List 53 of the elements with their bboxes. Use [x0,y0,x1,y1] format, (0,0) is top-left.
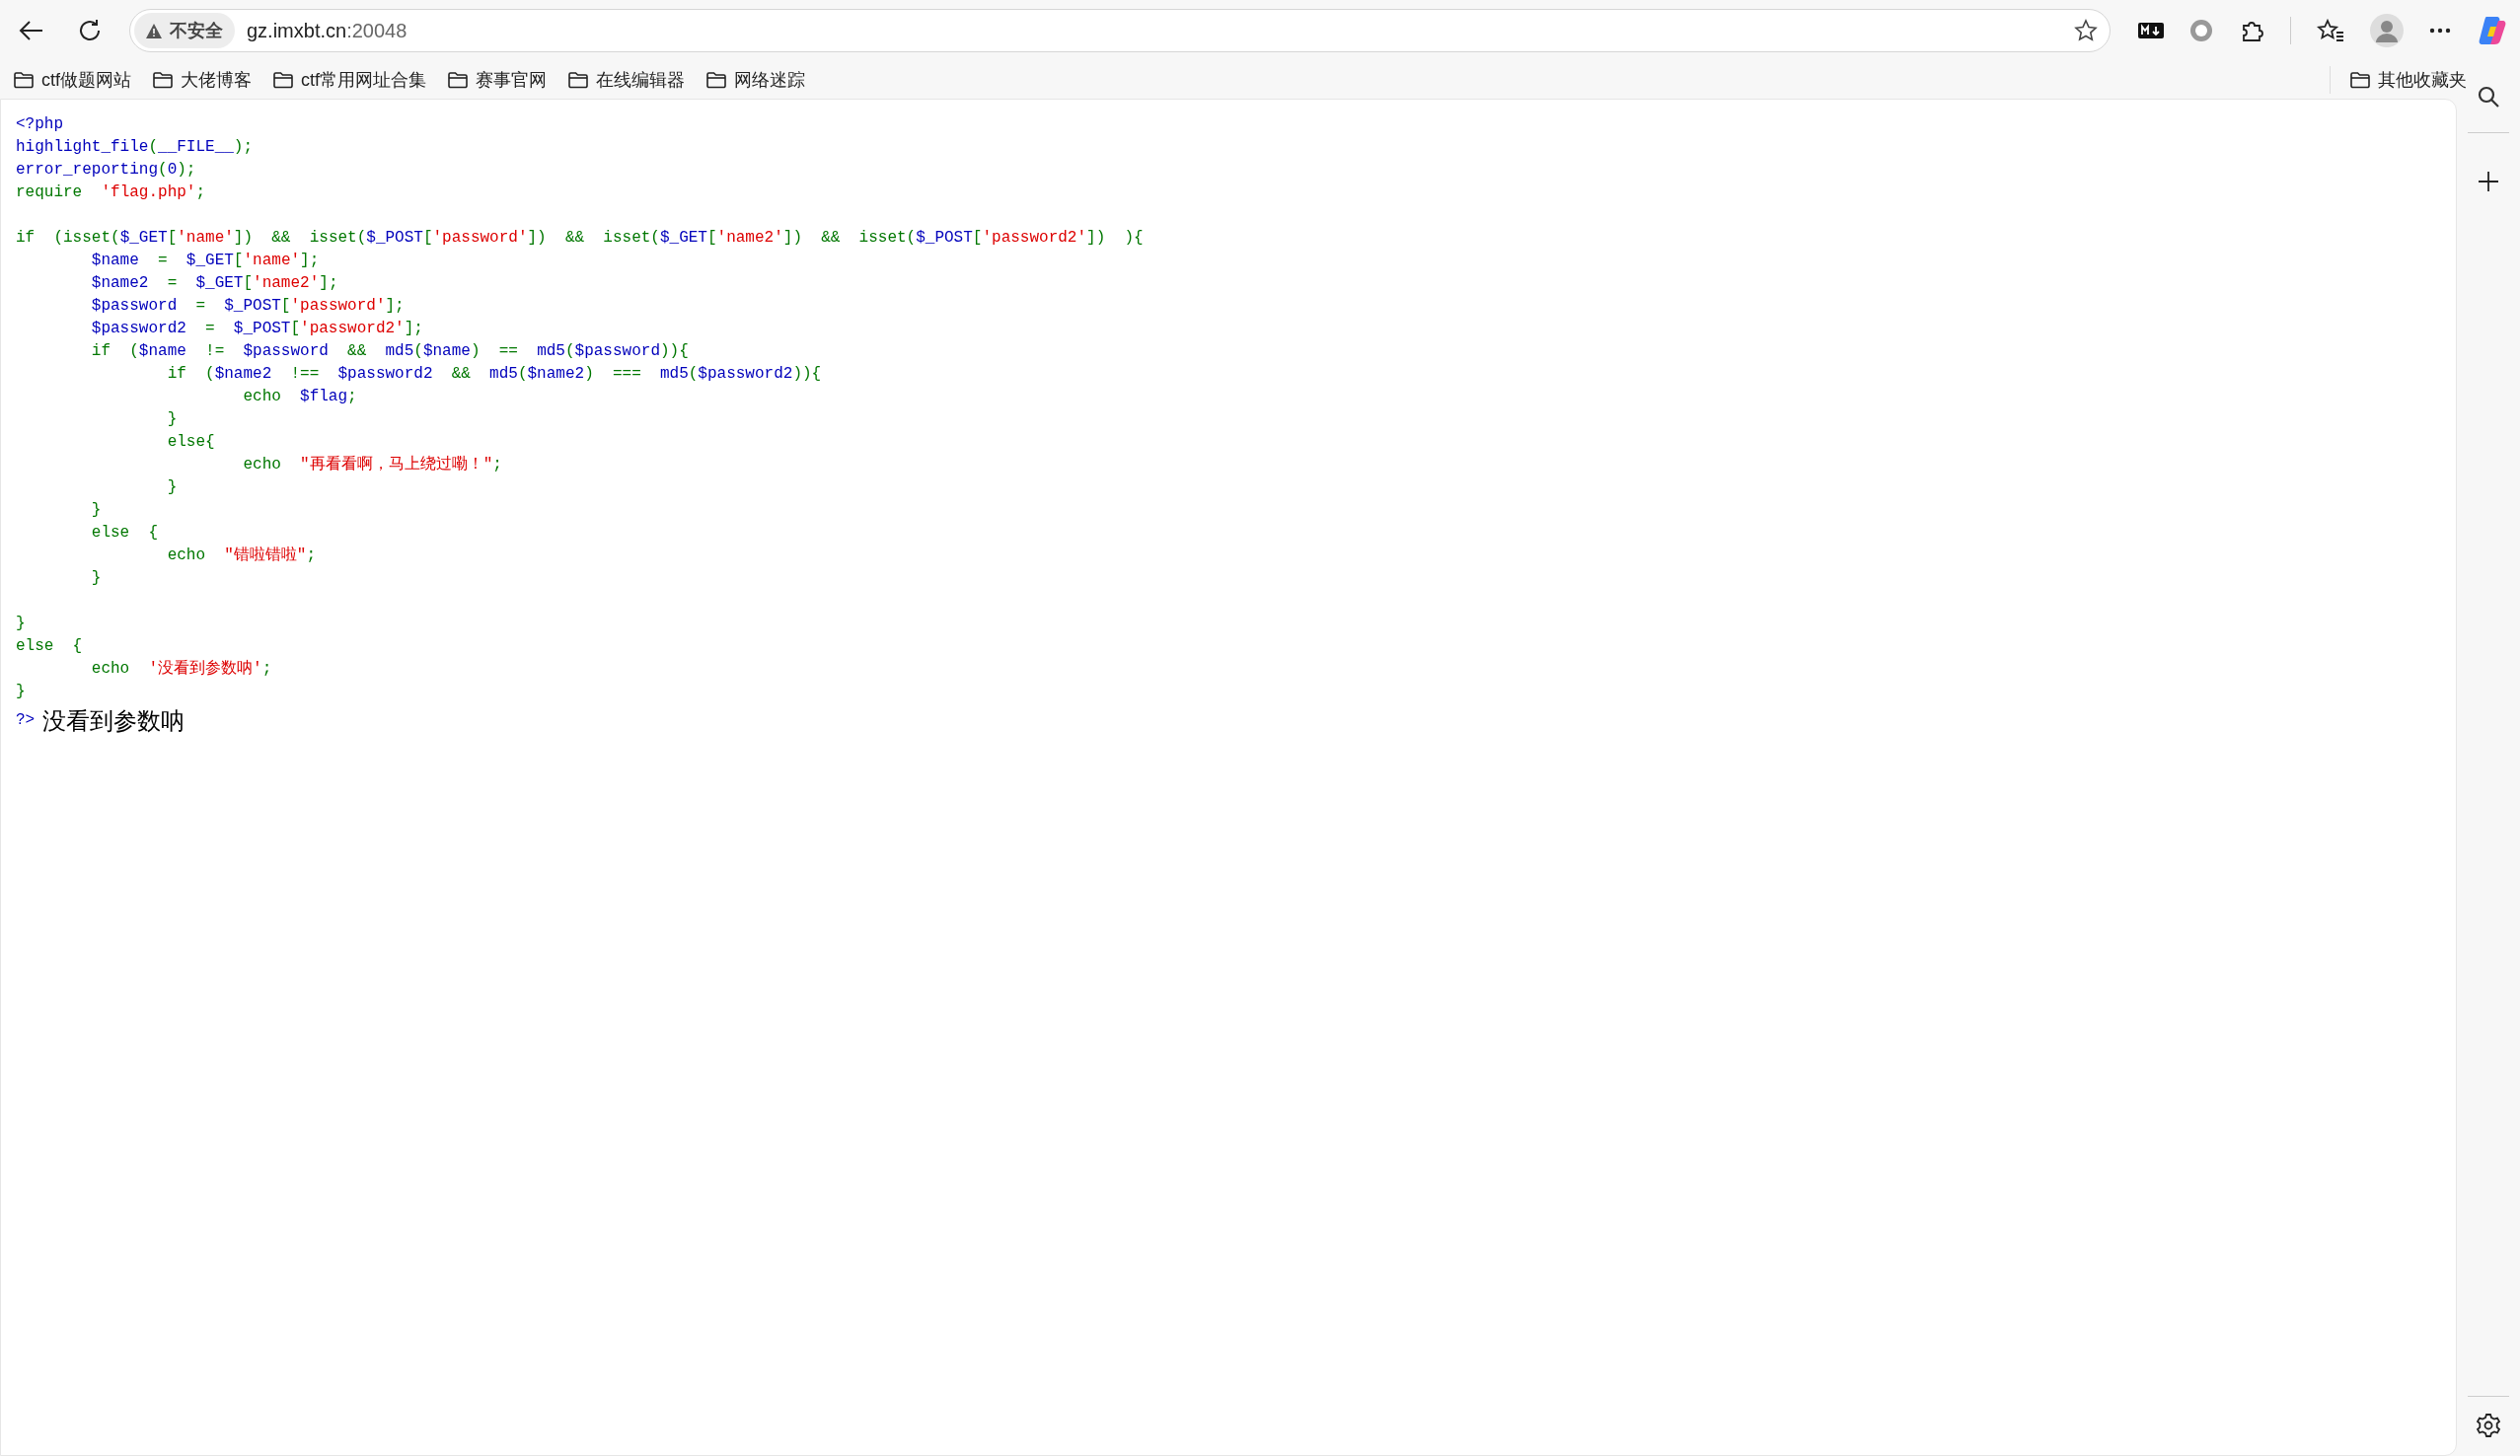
folder-icon [153,71,173,89]
folder-icon [14,71,34,89]
folder-icon [448,71,469,89]
folder-icon [2350,71,2370,89]
search-icon[interactable] [2477,85,2500,109]
code-line: } [90,500,102,521]
warning-icon [145,23,162,38]
code-line: echo "错啦错啦"; [166,546,317,566]
avatar-icon[interactable] [2370,14,2404,47]
code-line: error_reporting(0); [16,160,196,181]
code-line: } [166,477,178,498]
code-line: $name2 = $_GET['name2']; [90,273,338,294]
bookmark-folder[interactable]: 赛事官网 [448,66,548,94]
code-line: } [16,682,26,702]
code-line: else { [90,523,159,544]
security-label: 不安全 [169,19,223,42]
code-line: } [16,614,26,634]
code-line: $password = $_POST['password']; [90,296,405,317]
code-line: echo $flag; [242,387,357,407]
code-line: highlight_file(__FILE__); [16,137,254,158]
bookmark-folder[interactable]: ctf常用网址合集 [273,66,427,94]
code-line: else{ [166,432,215,453]
bookmark-folder[interactable]: 网络迷踪 [706,66,806,94]
star-icon[interactable] [2074,19,2098,42]
output-text: 没看到参数呐 [42,708,185,732]
code-line: if ($name2 !== $password2 && md5($name2) === md5($password2)){ [166,364,822,385]
code-line: echo "再看看啊，马上绕过嘞！"; [242,454,502,475]
url-text: gz.imxbt.cn:20048 [246,19,408,43]
code-line: if (isset($_GET['name']) && isset($_POST['password']) && isset($_GET['name2']) && isset($_POST['password2']) ){ [16,228,1144,249]
bookmark-folder[interactable]: 在线编辑器 [568,66,686,94]
folder-icon [568,71,589,89]
code-line: $name = $_GET['name']; [90,251,320,271]
code-line: } [166,409,178,430]
code-line: ?> [16,709,36,731]
address-bar[interactable]: 不安全 gz.imxbt.cn:20048 [128,9,2111,52]
more-icon[interactable] [2429,28,2451,34]
code-line: $password2 = $_POST['password2']; [90,319,423,339]
back-icon [18,20,44,41]
code-line: echo '没看到参数呐'; [90,659,272,680]
bookmark-folder[interactable]: ctf做题网站 [14,66,131,94]
bookmark-folder[interactable]: 大佬博客 [153,66,252,94]
favorites-icon[interactable] [2317,19,2344,42]
bookmark-folder[interactable]: 其他收藏夹 [2350,66,2467,94]
code-line: require 'flag.php'; [16,182,206,203]
code-line: else { [16,636,83,657]
code-line: } [90,568,102,589]
code-line: <?php [16,114,63,135]
code-line: if ($name != $password && md5($name) == md5($password)){ [90,341,689,362]
security-chip[interactable]: 不安全 [133,13,235,48]
settings-icon[interactable] [2476,1413,2501,1438]
folder-icon [706,71,727,89]
add-icon[interactable] [2478,171,2499,192]
folder-icon [273,71,293,89]
